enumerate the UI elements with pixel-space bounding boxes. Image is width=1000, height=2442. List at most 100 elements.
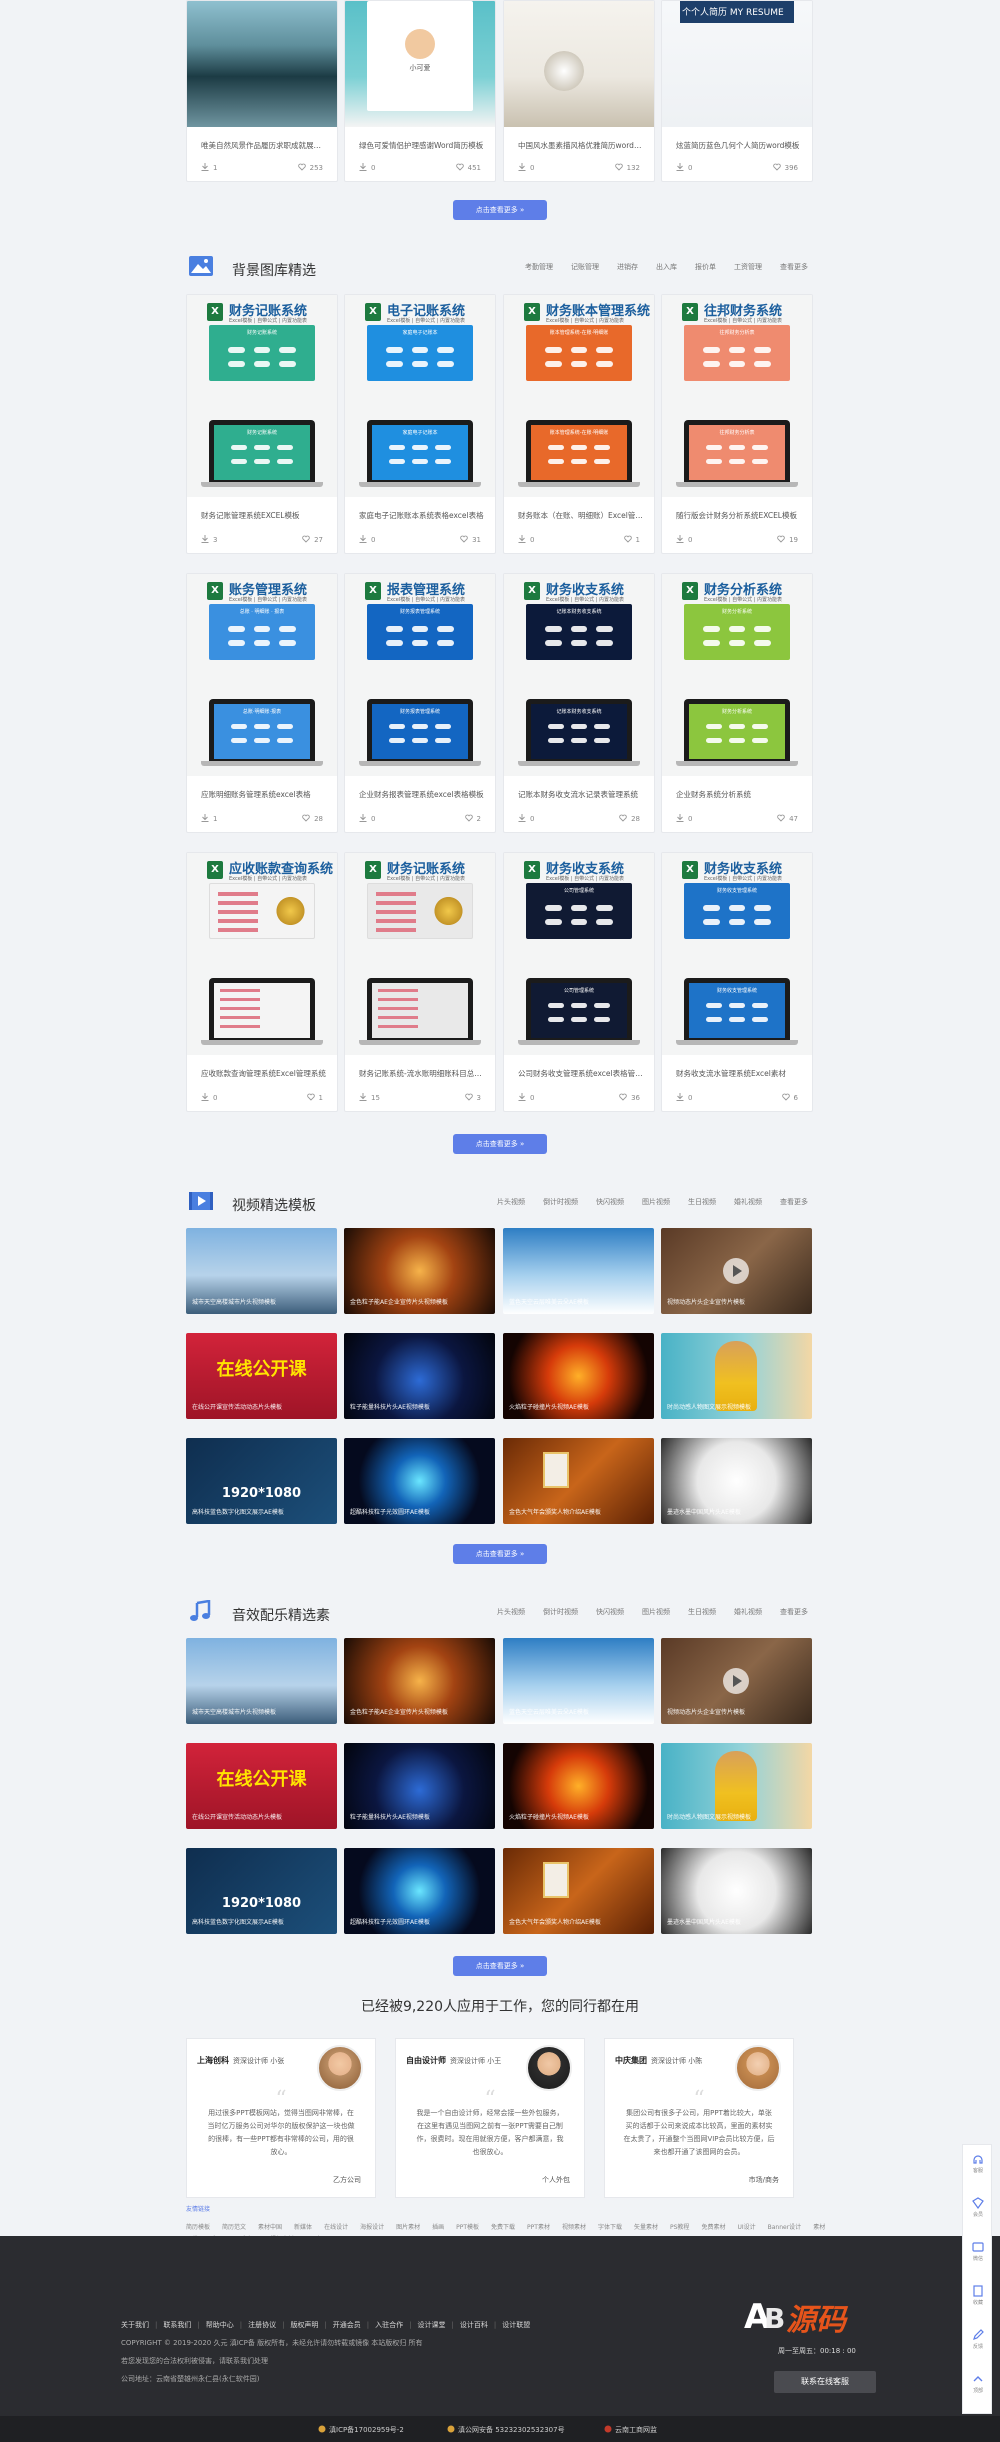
card-title[interactable]: 随行版会计财务分析系统EXCEL模板 xyxy=(676,510,802,521)
footer-link[interactable]: 帮助中心 xyxy=(206,2321,234,2329)
float-item[interactable]: 收藏 xyxy=(963,2279,993,2315)
like-count[interactable]: 2 xyxy=(464,814,481,823)
music-template-tile[interactable]: 金色粒子能AE企业宣传片头视频模板 xyxy=(344,1638,495,1724)
section-tab[interactable]: 报价单 xyxy=(695,263,716,271)
card-title[interactable]: 记账本财务收支流水记录表管理系统 xyxy=(518,789,644,800)
like-count[interactable]: 253 xyxy=(297,163,323,172)
like-count[interactable]: 132 xyxy=(614,163,640,172)
footer-link[interactable]: 开通会员 xyxy=(333,2321,361,2329)
music-template-tile[interactable]: 时尚动感人物图文展示视频模板 xyxy=(661,1743,812,1829)
section-tab[interactable]: 片头视频 xyxy=(497,1198,525,1206)
video-template-tile[interactable]: 蓝色天空云层唯美云朵AE模板 xyxy=(503,1228,654,1314)
play-icon[interactable] xyxy=(723,1668,749,1694)
excel-template-card[interactable]: X 往邦财务系统 Excel模板 | 自带公式 | 内置功能表 往邦财务分析表 往邦财务… xyxy=(661,294,813,554)
card-title[interactable]: 应账明细账务管理系统excel表格 xyxy=(201,789,327,800)
card-title[interactable]: 财务记账管理系统EXCEL模板 xyxy=(201,510,327,521)
footer-link[interactable]: 设计联盟 xyxy=(502,2321,530,2329)
card-title[interactable]: 家庭电子记账账本系统表格excel表格 xyxy=(359,510,485,521)
site-logo[interactable]: A B 源码 xyxy=(742,2294,862,2338)
friend-link[interactable]: 免费下载 xyxy=(491,2224,515,2231)
resume-card[interactable]: 个个人简历 MY RESUME 炫蓝简历蓝色几何个人简历word模板 0 396 xyxy=(661,0,813,182)
section-tab[interactable]: 查看更多 xyxy=(780,263,808,271)
music-template-tile[interactable]: 城市天空高楼城市片头视频模板 xyxy=(186,1638,337,1724)
float-item[interactable]: 客服 xyxy=(963,2147,993,2183)
load-more-button-1[interactable]: 点击查看更多 » xyxy=(453,200,547,220)
like-count[interactable]: 19 xyxy=(777,535,798,544)
excel-template-card[interactable]: X 财务记账系统 Excel模板 | 自带公式 | 内置功能表 财务记账系统-流水账明… xyxy=(344,852,496,1112)
friend-link[interactable]: 矢量素材 xyxy=(634,2224,658,2231)
video-template-tile[interactable]: 火焰粒子碰撞片头视频AE模板 xyxy=(503,1333,654,1419)
video-template-tile[interactable]: 1920*1080 高科技蓝色数字化图文展示AE模板 xyxy=(186,1438,337,1524)
online-service-button[interactable]: 联系在线客服 xyxy=(774,2371,876,2393)
card-title[interactable]: 绿色可爱情侣护理感谢Word简历模板 xyxy=(359,140,485,151)
section-tab[interactable]: 记账管理 xyxy=(571,263,599,271)
section-tab[interactable]: 快闪视频 xyxy=(596,1198,624,1206)
load-more-button-4[interactable]: 点击查看更多 » xyxy=(453,1956,547,1976)
like-count[interactable]: 36 xyxy=(619,1093,640,1102)
video-template-tile[interactable]: 视频动态片头企业宣传片模板 xyxy=(661,1228,812,1314)
friend-link[interactable]: Banner设计 xyxy=(768,2224,802,2231)
music-template-tile[interactable]: 蓝色天空云层唯美云朵AE模板 xyxy=(503,1638,654,1724)
footer-link[interactable]: 关于我们 xyxy=(121,2321,149,2329)
excel-template-card[interactable]: X 应收账款查询系统 Excel模板 | 自带公式 | 内置功能表 应收账款查询管理系… xyxy=(186,852,338,1112)
video-template-tile[interactable]: 粒子能量科技片头AE视频模板 xyxy=(344,1333,495,1419)
music-template-tile[interactable]: 视频动态片头企业宣传片模板 xyxy=(661,1638,812,1724)
section-tab[interactable]: 工资管理 xyxy=(734,263,762,271)
friend-link[interactable]: PPT模板 xyxy=(456,2224,479,2231)
play-icon[interactable] xyxy=(723,1258,749,1284)
friend-link[interactable]: 图片素材 xyxy=(396,2224,420,2231)
section-tab[interactable]: 出入库 xyxy=(656,263,677,271)
like-count[interactable]: 3 xyxy=(464,1093,481,1102)
music-template-tile[interactable]: 金色大气年会颁奖人物介绍AE模板 xyxy=(503,1848,654,1934)
like-count[interactable]: 6 xyxy=(781,1093,798,1102)
resume-card[interactable]: 中国风水墨素描风格优雅简历word模板 0 132 xyxy=(503,0,655,182)
card-title[interactable]: 公司财务收支管理系统excel表格管理... xyxy=(518,1068,644,1079)
card-title[interactable]: 唯美自然风景作品履历求职成就展览... xyxy=(201,140,327,151)
music-template-tile[interactable]: 超酷科技粒子光效圆环AE模板 xyxy=(344,1848,495,1934)
music-template-tile[interactable]: 1920*1080 高科技蓝色数字化图文展示AE模板 xyxy=(186,1848,337,1934)
card-title[interactable]: 企业财务系统分析系统 xyxy=(676,789,802,800)
card-title[interactable]: 财务账本（在账、明细账）Excel管理... xyxy=(518,510,644,521)
friend-link[interactable]: 新媒体 xyxy=(294,2224,312,2231)
like-count[interactable]: 28 xyxy=(302,814,323,823)
footer-link[interactable]: 设计课堂 xyxy=(418,2321,446,2329)
section-tab[interactable]: 生日视频 xyxy=(688,1608,716,1616)
section-tab[interactable]: 婚礼视频 xyxy=(734,1608,762,1616)
footer-link[interactable]: 版权声明 xyxy=(290,2321,318,2329)
friend-link[interactable]: 海报设计 xyxy=(360,2224,384,2231)
like-count[interactable]: 396 xyxy=(772,163,798,172)
music-template-tile[interactable]: 墨迹水墨中国风片头AE模板 xyxy=(661,1848,812,1934)
like-count[interactable]: 451 xyxy=(455,163,481,172)
friend-link[interactable]: 字体下载 xyxy=(598,2224,622,2231)
section-tab[interactable]: 图片视频 xyxy=(642,1198,670,1206)
video-template-tile[interactable]: 金色大气年会颁奖人物介绍AE模板 xyxy=(503,1438,654,1524)
section-tab[interactable]: 生日视频 xyxy=(688,1198,716,1206)
friend-link[interactable]: 插画 xyxy=(432,2224,444,2231)
card-title[interactable]: 炫蓝简历蓝色几何个人简历word模板 xyxy=(676,140,802,151)
section-tab[interactable]: 查看更多 xyxy=(780,1198,808,1206)
like-count[interactable]: 28 xyxy=(619,814,640,823)
video-template-tile[interactable]: 超酷科技粒子光效圆环AE模板 xyxy=(344,1438,495,1524)
like-count[interactable]: 27 xyxy=(302,535,323,544)
friend-link[interactable]: PS教程 xyxy=(670,2224,689,2231)
icp-link[interactable]: 滇ICP备17002959号-2 xyxy=(318,2425,404,2435)
excel-template-card[interactable]: X 财务记账系统 Excel模板 | 自带公式 | 内置功能表 财务记账系统 财务记账系… xyxy=(186,294,338,554)
section-tab[interactable]: 快闪视频 xyxy=(596,1608,624,1616)
excel-template-card[interactable]: X 财务收支系统 Excel模板 | 自带公式 | 内置功能表 记账本财务收支系统 记账… xyxy=(503,573,655,833)
card-title[interactable]: 应收账款查询管理系统Excel管理系统 xyxy=(201,1068,327,1079)
music-template-tile[interactable]: 火焰粒子碰撞片头视频AE模板 xyxy=(503,1743,654,1829)
excel-template-card[interactable]: X 电子记账系统 Excel模板 | 自带公式 | 内置功能表 家庭电子记账本 家庭电子… xyxy=(344,294,496,554)
section-tab[interactable]: 倒计时视频 xyxy=(543,1608,578,1616)
footer-link[interactable]: 入驻合作 xyxy=(375,2321,403,2329)
video-template-tile[interactable]: 金色粒子能AE企业宣传片头视频模板 xyxy=(344,1228,495,1314)
music-template-tile[interactable]: 在线公开课 在线公开课宣传活动动态片头模板 xyxy=(186,1743,337,1829)
friend-link[interactable]: UI设计 xyxy=(737,2224,755,2231)
police-link[interactable]: 滇公网安备 53232302532307号 xyxy=(447,2425,565,2435)
section-tab[interactable]: 婚礼视频 xyxy=(734,1198,762,1206)
card-title[interactable]: 企业财务报表管理系统excel表格模板 xyxy=(359,789,485,800)
friend-link[interactable]: 在线设计 xyxy=(324,2224,348,2231)
excel-template-card[interactable]: X 财务账本管理系统 Excel模板 | 自带公式 | 内置功能表 账本管理系统-在账… xyxy=(503,294,655,554)
friend-link[interactable]: 简历范文 xyxy=(222,2224,246,2231)
section-tab[interactable]: 倒计时视频 xyxy=(543,1198,578,1206)
float-item[interactable]: 反馈 xyxy=(963,2323,993,2359)
